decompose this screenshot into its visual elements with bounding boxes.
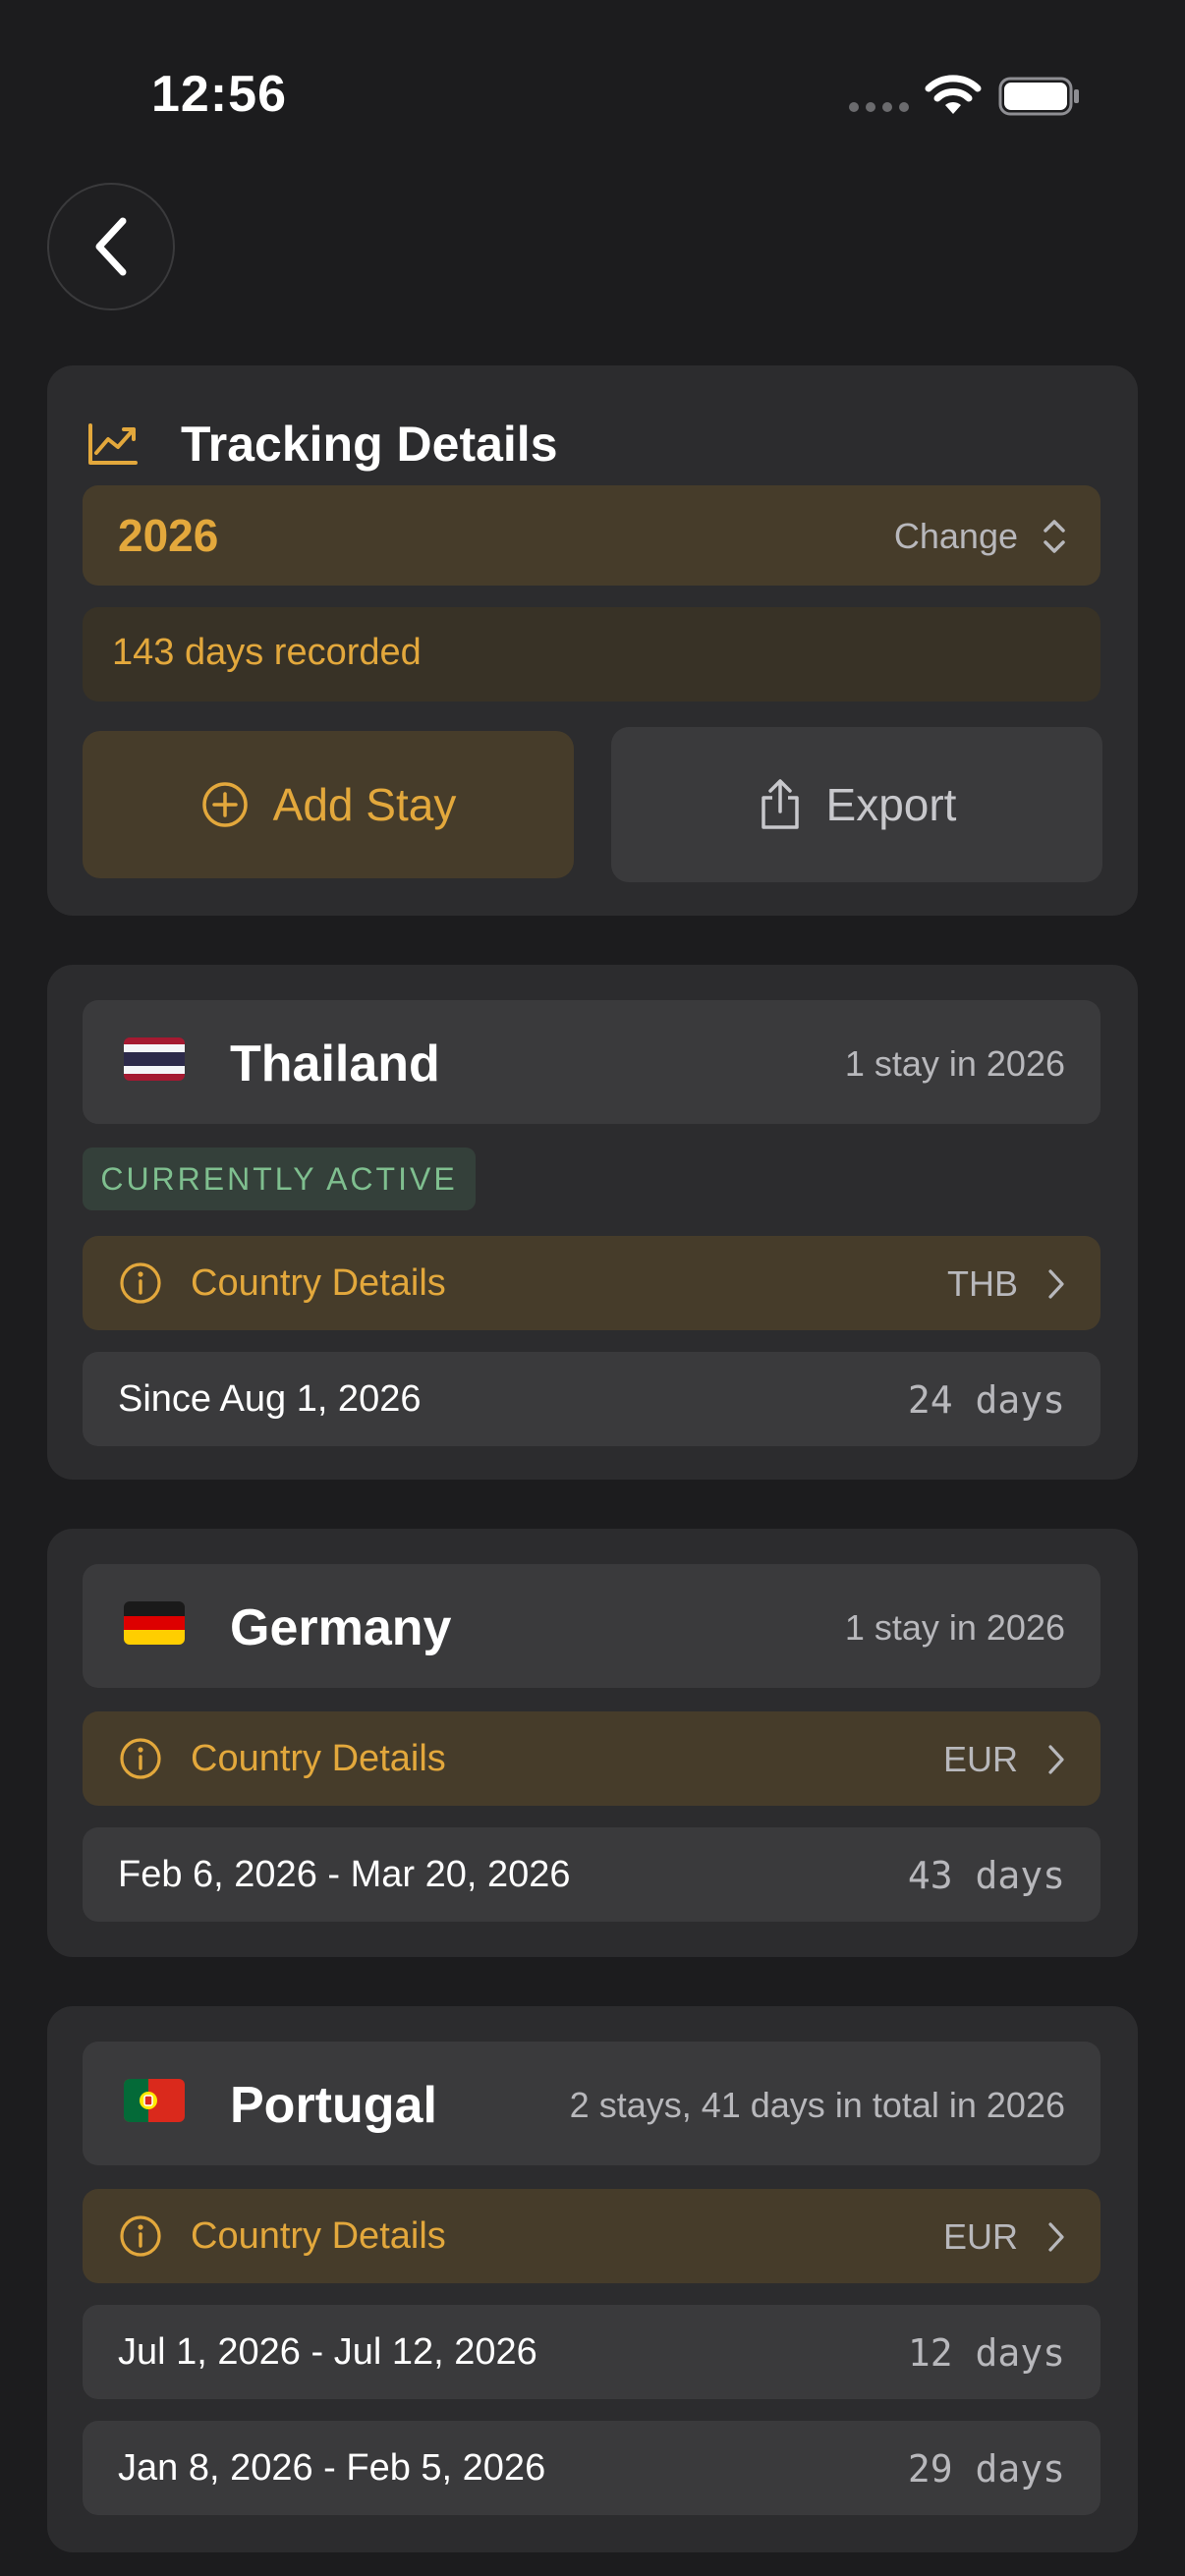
info-icon <box>120 1738 161 1779</box>
battery-icon <box>998 77 1079 116</box>
country-details-label: Country Details <box>191 1262 446 1304</box>
currently-active-badge: CURRENTLY ACTIVE <box>83 1148 476 1210</box>
days-recorded-label: 143 days recorded <box>112 632 422 673</box>
country-card-thailand: Thailand 1 stay in 2026 CURRENTLY ACTIVE… <box>47 965 1138 1480</box>
chevron-up-down-icon <box>1044 520 1065 553</box>
add-stay-button[interactable]: Add Stay <box>83 731 574 878</box>
plus-circle-icon <box>201 782 248 827</box>
currency-code: EUR <box>942 2216 1018 2257</box>
chevron-right-icon <box>1048 2222 1064 2252</box>
thailand-flag-icon <box>124 1037 185 1081</box>
country-name: Germany <box>230 1599 452 1656</box>
stay-row[interactable]: Feb 6, 2026 - Mar 20, 2026 43 days <box>83 1827 1100 1922</box>
info-icon <box>120 2215 161 2257</box>
country-details-button[interactable]: Country Details THB <box>83 1236 1100 1330</box>
country-header: Thailand 1 stay in 2026 <box>83 1000 1100 1124</box>
stay-summary: 1 stay in 2026 <box>844 1043 1065 1084</box>
country-details-label: Country Details <box>191 2215 446 2257</box>
stay-date-range: Since Aug 1, 2026 <box>118 1378 422 1420</box>
country-card-germany: Germany 1 stay in 2026 Country Details E… <box>47 1529 1138 1957</box>
country-name: Portugal <box>230 2077 437 2134</box>
country-details-button[interactable]: Country Details EUR <box>83 1711 1100 1806</box>
chevron-left-icon <box>95 217 127 276</box>
country-header: Portugal 2 stays, 41 days in total in 20… <box>83 2042 1100 2165</box>
selected-year: 2026 <box>118 510 219 561</box>
chevron-right-icon <box>1048 1269 1064 1299</box>
chart-line-uptrend-icon <box>88 423 138 465</box>
status-bar: 12:56 <box>0 0 1185 187</box>
stay-date-range: Jan 8, 2026 - Feb 5, 2026 <box>118 2447 546 2489</box>
stay-date-range: Feb 6, 2026 - Mar 20, 2026 <box>118 1854 571 1895</box>
country-details-label: Country Details <box>191 1738 446 1779</box>
tracking-header: Tracking Details <box>86 405 558 483</box>
stay-summary: 2 stays, 41 days in total in 2026 <box>569 2085 1065 2125</box>
stay-summary: 1 stay in 2026 <box>844 1607 1065 1648</box>
tracking-title: Tracking Details <box>181 417 558 472</box>
year-selector[interactable]: 2026 Change <box>83 485 1100 586</box>
stay-date-range: Jul 1, 2026 - Jul 12, 2026 <box>118 2331 537 2373</box>
country-card-portugal: Portugal 2 stays, 41 days in total in 20… <box>47 2006 1138 2552</box>
info-icon <box>120 1262 161 1304</box>
stay-row[interactable]: Since Aug 1, 2026 24 days <box>83 1352 1100 1446</box>
stay-duration: 43 days <box>907 1854 1065 1897</box>
days-recorded-banner: 143 days recorded <box>83 607 1100 701</box>
back-button[interactable] <box>47 183 175 310</box>
status-time: 12:56 <box>151 66 287 123</box>
wifi-icon <box>925 75 982 114</box>
stay-duration: 12 days <box>907 2331 1065 2375</box>
stay-row[interactable]: Jul 1, 2026 - Jul 12, 2026 12 days <box>83 2305 1100 2399</box>
country-details-button[interactable]: Country Details EUR <box>83 2189 1100 2283</box>
share-icon <box>761 779 799 829</box>
germany-flag-icon <box>124 1601 185 1645</box>
country-name: Thailand <box>230 1036 440 1092</box>
change-label: Change <box>893 516 1018 556</box>
chevron-right-icon <box>1048 1745 1064 1774</box>
add-stay-label: Add Stay <box>272 779 457 830</box>
currency-code: EUR <box>942 1739 1018 1779</box>
currency-code: THB <box>947 1263 1018 1304</box>
stay-duration: 29 days <box>907 2447 1065 2491</box>
export-button[interactable]: Export <box>611 727 1102 882</box>
tracking-details-card: Tracking Details 2026 Change 143 days re… <box>47 365 1138 916</box>
cellular-signal-icon <box>849 102 909 112</box>
portugal-flag-icon <box>124 2079 185 2122</box>
export-label: Export <box>825 779 957 830</box>
country-header: Germany 1 stay in 2026 <box>83 1564 1100 1688</box>
stay-duration: 24 days <box>907 1378 1065 1422</box>
stay-row[interactable]: Jan 8, 2026 - Feb 5, 2026 29 days <box>83 2421 1100 2515</box>
